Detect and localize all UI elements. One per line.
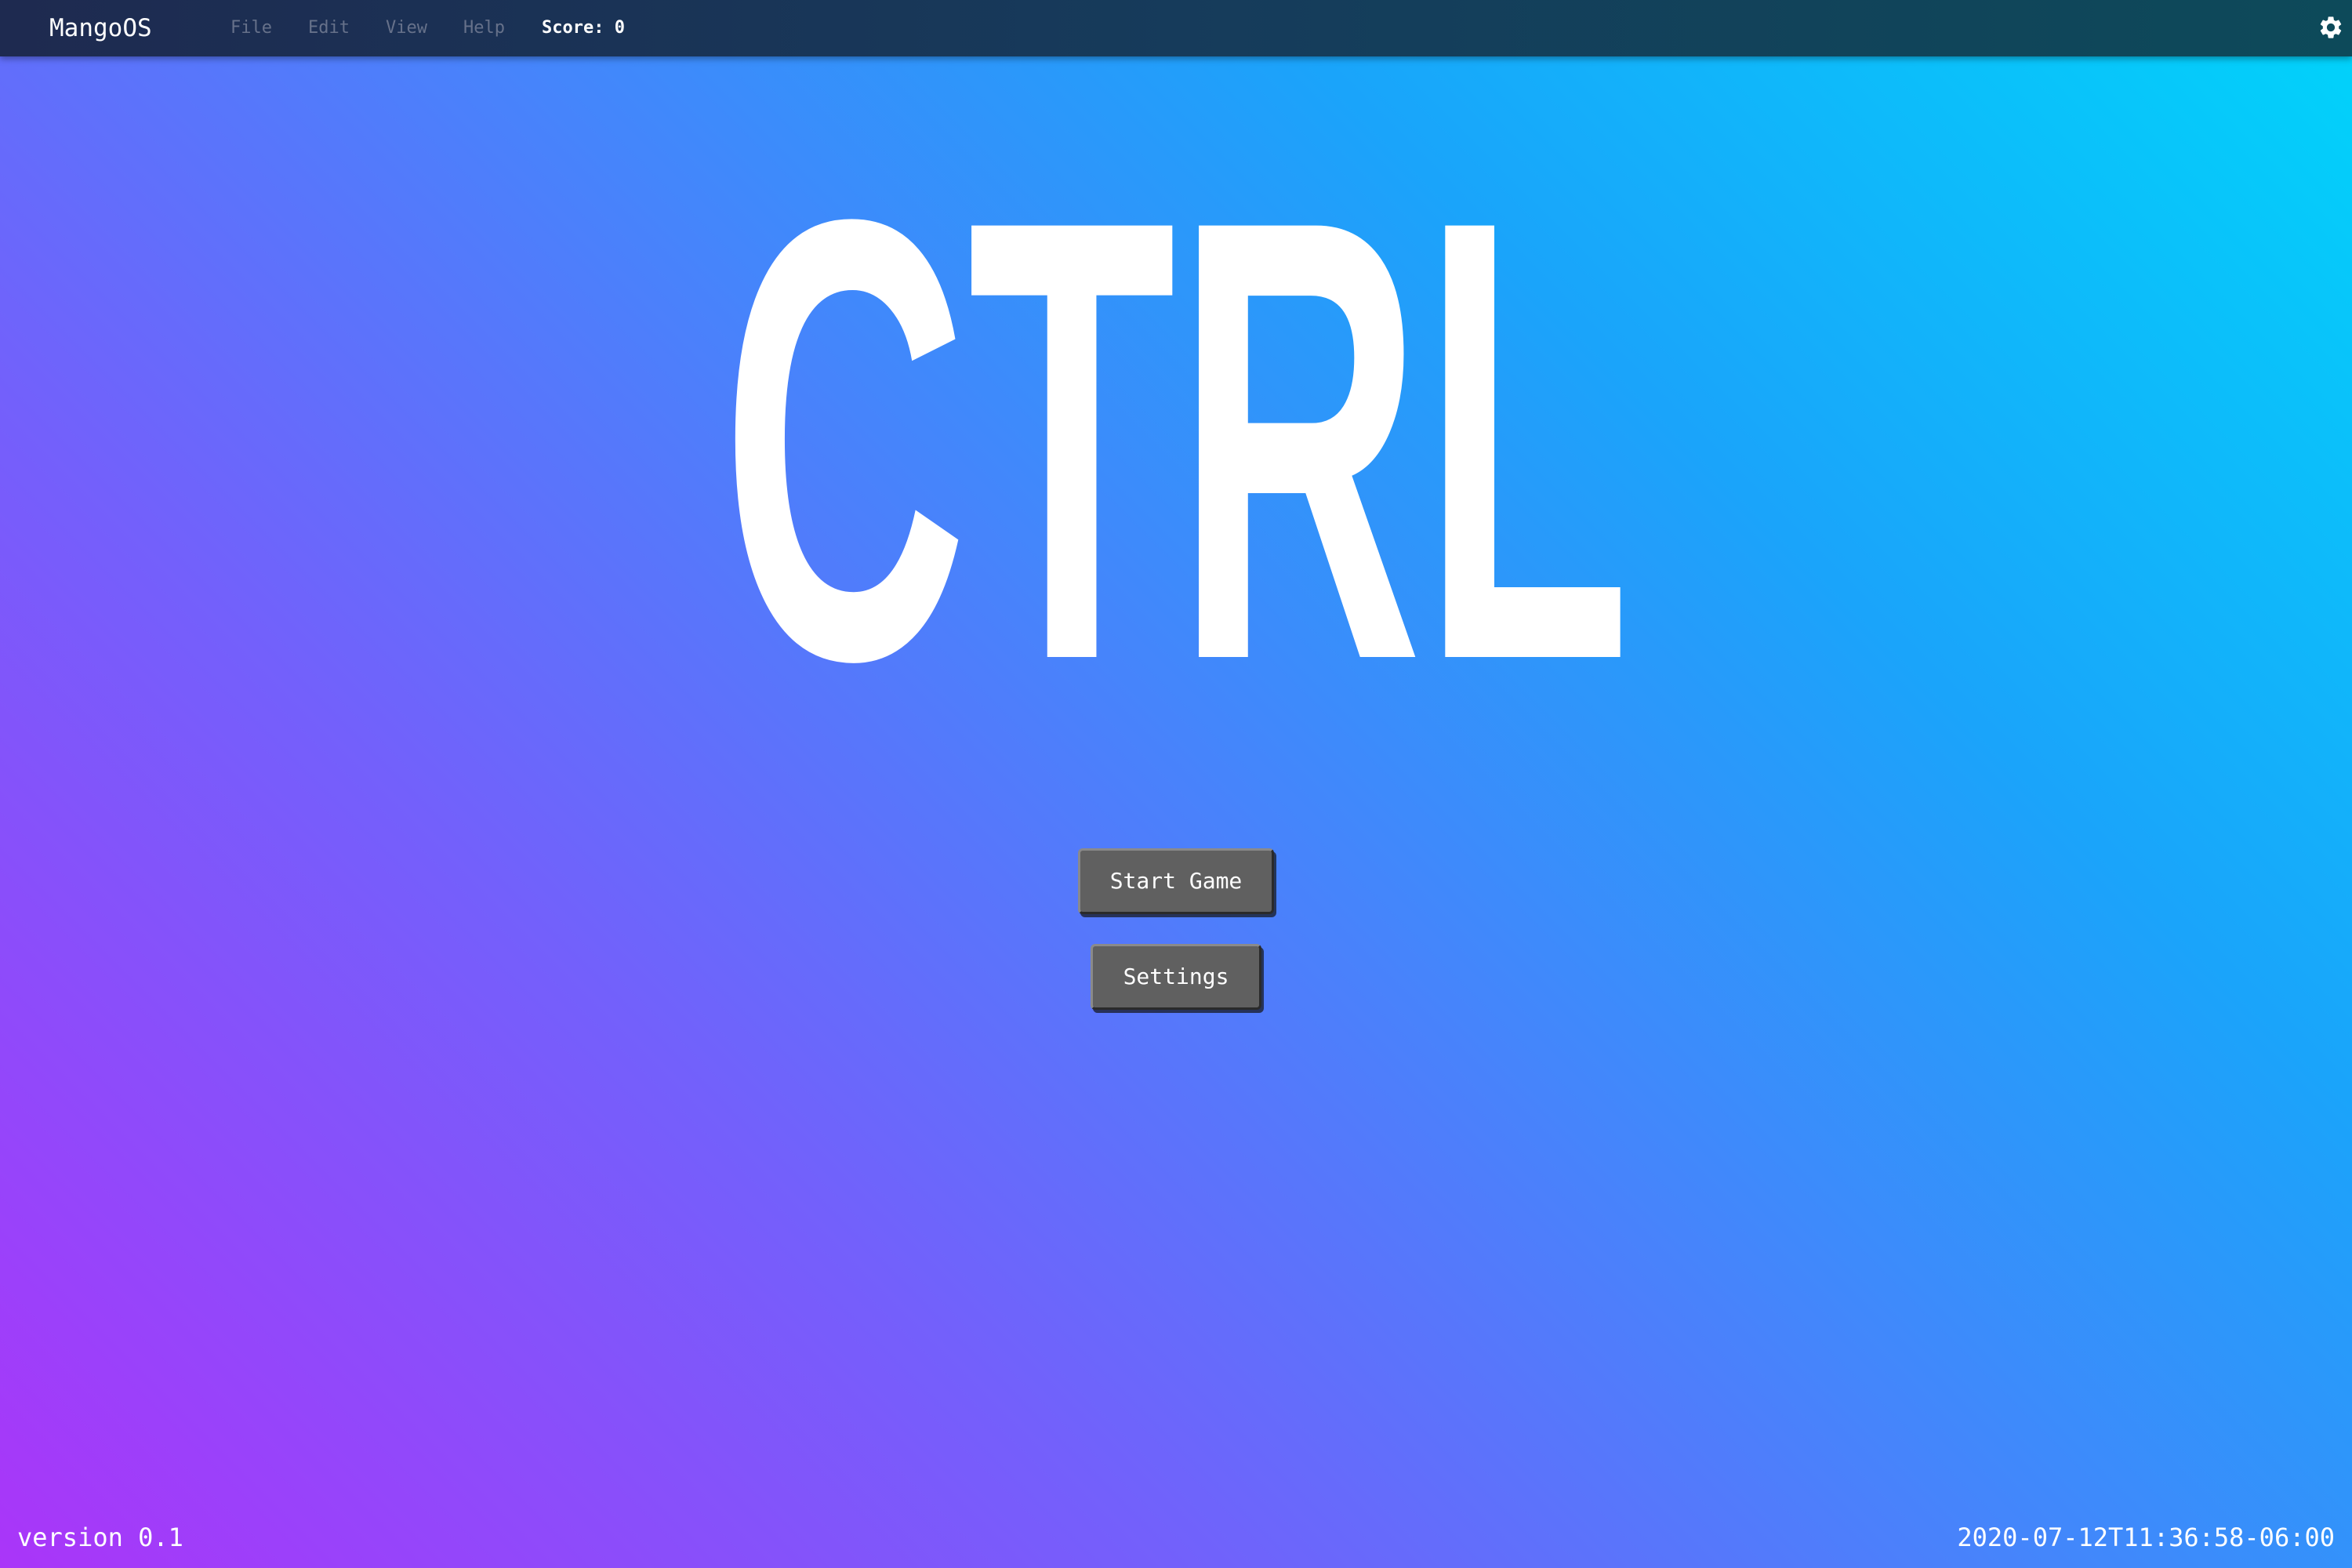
menu-bar: MangoOS File Edit View Help Score: 0 [0,0,2352,56]
score-display: Score: 0 [542,18,625,38]
menu-edit[interactable]: Edit [308,16,350,41]
timestamp-label: 2020-07-12T11:36:58-06:00 [1957,1523,2335,1552]
logo-text: CTRL [721,180,1631,682]
menu-view[interactable]: View [386,16,427,41]
game-logo: CTRL [0,180,2352,682]
os-brand[interactable]: MangoOS [49,13,152,44]
start-game-button[interactable]: Start Game [1078,848,1274,914]
menu-file[interactable]: File [230,16,272,41]
gear-icon[interactable] [2318,14,2344,41]
settings-button[interactable]: Settings [1091,944,1261,1010]
version-label: version 0.1 [17,1523,183,1552]
menu-help[interactable]: Help [463,16,505,41]
